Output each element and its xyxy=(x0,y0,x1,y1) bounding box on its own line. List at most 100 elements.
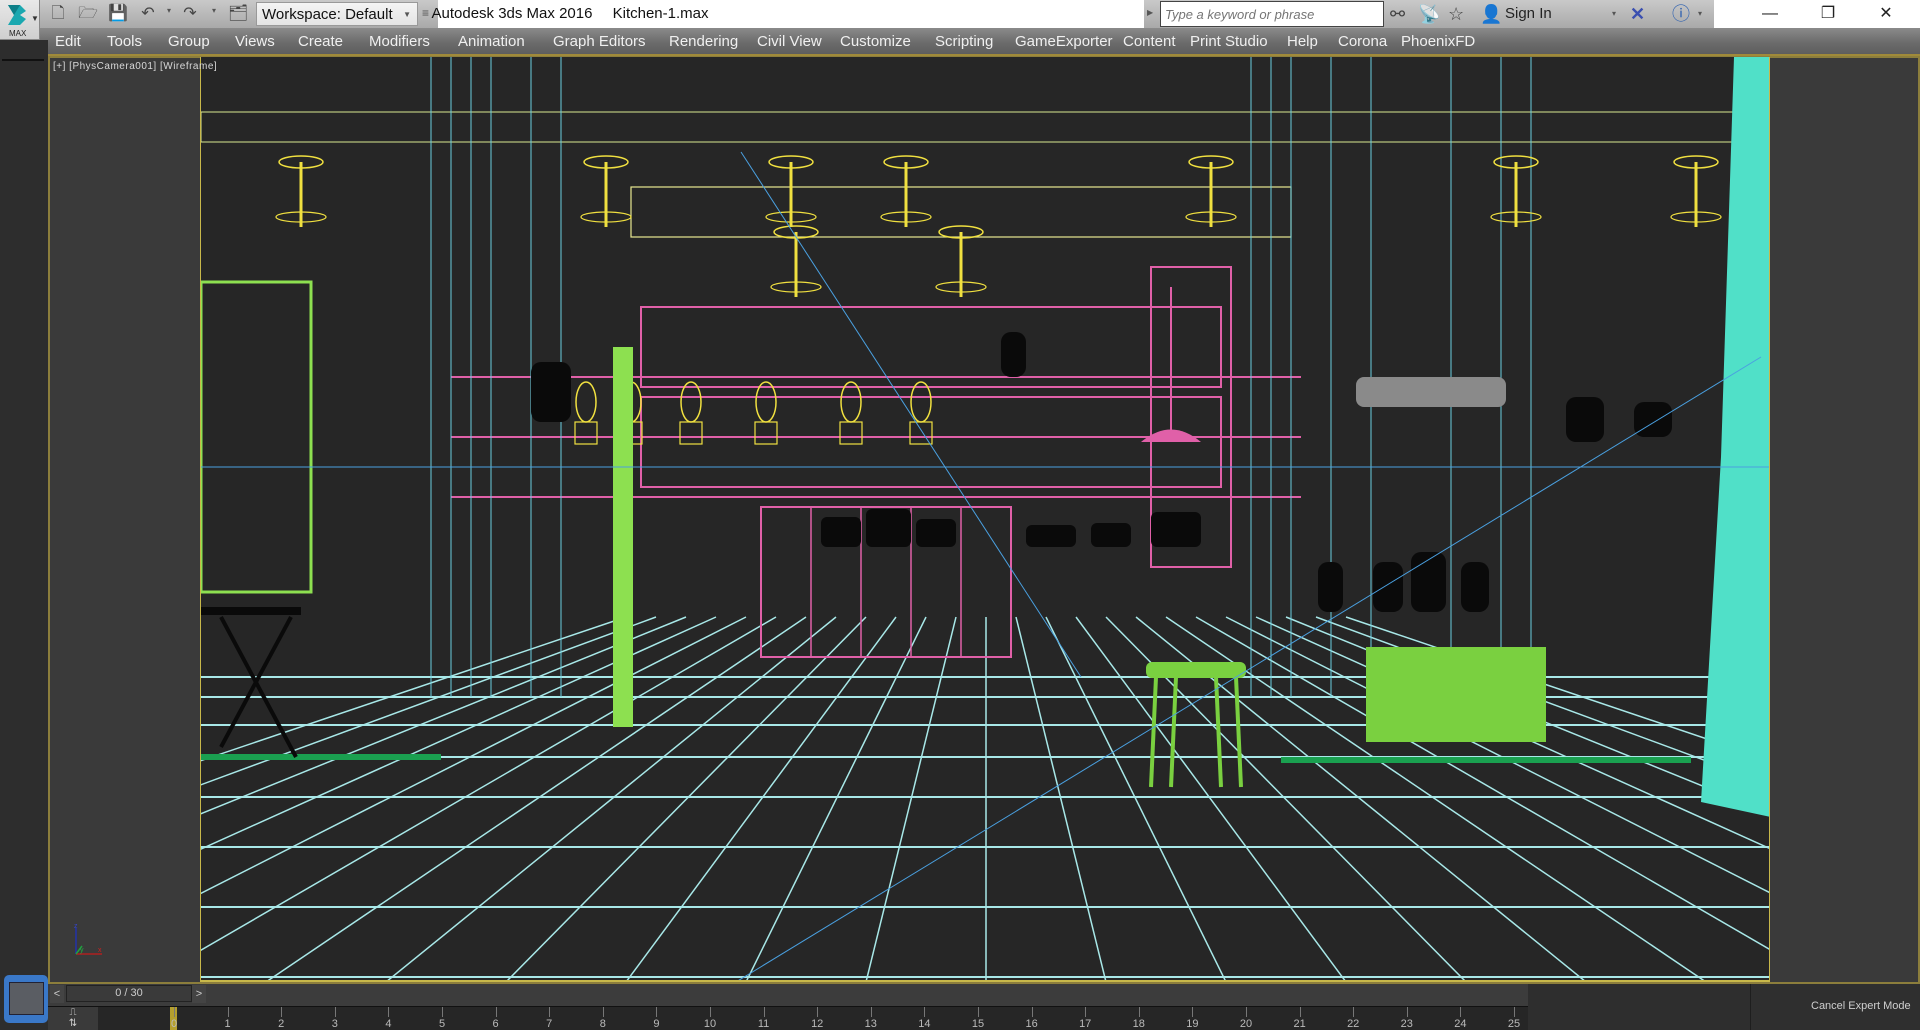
vase xyxy=(1566,397,1604,442)
trackbar-tick xyxy=(978,1007,979,1017)
vase xyxy=(1634,402,1672,437)
menu-scripting[interactable]: Scripting xyxy=(935,33,993,50)
trackbar-tick-label: 23 xyxy=(1400,1018,1413,1030)
trackbar-tick-label: 25 xyxy=(1507,1018,1521,1030)
bulb-box xyxy=(839,421,863,445)
sign-in-button[interactable]: Sign In xyxy=(1505,5,1552,22)
axis-gizmo: z y x xyxy=(74,923,102,955)
trackbar-tick xyxy=(602,1007,604,1017)
minimize-button[interactable]: — xyxy=(1747,2,1793,26)
trackbar-tick-label: 19 xyxy=(1186,1018,1199,1030)
kitchen-pot xyxy=(1091,523,1131,547)
trackbar-tick xyxy=(656,1007,658,1017)
menu-tools[interactable]: Tools xyxy=(107,33,142,50)
trackbar-tick-label: 22 xyxy=(1347,1018,1360,1030)
menu-corona[interactable]: Corona xyxy=(1338,33,1387,50)
kitchen-pot xyxy=(1151,512,1201,547)
trackbar-tick xyxy=(334,1007,336,1017)
menu-print-studio[interactable]: Print Studio xyxy=(1190,33,1268,50)
cancel-expert-mode-button[interactable]: Cancel Expert Mode xyxy=(1750,984,1920,1030)
max-logo-icon xyxy=(8,5,26,25)
trackbar-tick xyxy=(549,1007,551,1017)
wall-frame xyxy=(201,280,313,594)
menu-views[interactable]: Views xyxy=(235,33,275,50)
title-bar: MAX ▼ 🗋 🗁 💾 ↶ ▾ ↷ ▾ 🗂 Workspace: Default… xyxy=(0,0,1920,40)
cabinet-wireframe xyxy=(640,396,1222,488)
star-icon[interactable]: ☆ xyxy=(1448,3,1464,25)
user-icon[interactable]: 👤 xyxy=(1480,3,1502,25)
menu-bar: Edit Tools Group Views Create Modifiers … xyxy=(40,28,1920,56)
floor-grid-line xyxy=(1015,616,1107,980)
viewport-layout-button[interactable] xyxy=(4,975,48,1023)
application-button[interactable]: MAX ▼ xyxy=(0,0,40,40)
viewport-label[interactable]: [+] [PhysCamera001] [Wireframe] xyxy=(53,61,217,72)
menu-animation[interactable]: Animation xyxy=(458,33,525,50)
camera-frustum-line xyxy=(738,356,1762,980)
menu-rendering[interactable]: Rendering xyxy=(669,33,738,50)
menu-create[interactable]: Create xyxy=(298,33,343,50)
floor-grid-line xyxy=(865,616,957,980)
trackbar-tick-label: 21 xyxy=(1293,1018,1306,1030)
help-dropdown-icon[interactable]: ▾ xyxy=(1698,9,1702,18)
trackbar-tick xyxy=(870,1007,872,1017)
binoculars-icon[interactable]: ⚯ xyxy=(1390,3,1405,25)
sign-in-dropdown-icon[interactable]: ▾ xyxy=(1612,9,1616,18)
trackbar-tick xyxy=(1246,1007,1247,1017)
next-frame-button[interactable]: > xyxy=(192,985,206,1003)
floor-grid-line xyxy=(201,616,747,895)
keyword-search-input[interactable] xyxy=(1160,1,1384,27)
floor-grid-line xyxy=(201,616,627,762)
stool-leg xyxy=(1149,676,1158,788)
trackbar-end-area xyxy=(1528,984,1750,1030)
trackbar-tick xyxy=(495,1007,497,1017)
vase xyxy=(1411,552,1446,612)
cabinet-wireframe xyxy=(640,306,1222,388)
viewport-layout-icon xyxy=(9,982,44,1015)
trackbar-tick xyxy=(442,1007,443,1017)
menu-gameexporter[interactable]: GameExporter xyxy=(1015,33,1113,50)
bulb-box xyxy=(679,421,703,445)
kitchen-pot xyxy=(866,509,911,547)
toolbar-separator xyxy=(2,59,44,61)
floor-grid-line xyxy=(201,616,657,786)
vase xyxy=(531,362,571,422)
logo-label: MAX xyxy=(9,29,27,38)
menu-phoenixfd[interactable]: PhoenixFD xyxy=(1401,33,1475,50)
trackbar-tick-label: 13 xyxy=(864,1018,877,1030)
trackbar-tick-label: 9 xyxy=(653,1018,660,1030)
menu-help[interactable]: Help xyxy=(1287,33,1318,50)
restore-button[interactable]: ❐ xyxy=(1805,2,1851,26)
menu-customize[interactable]: Customize xyxy=(840,33,911,50)
satellite-icon[interactable]: 📡 xyxy=(1418,3,1440,25)
trackbar-tick-label: 18 xyxy=(1132,1018,1145,1030)
app-name: Autodesk 3ds Max 2016 xyxy=(431,5,593,22)
trackbar-tick-label: 14 xyxy=(918,1018,931,1030)
time-slider-thumb[interactable]: 0 / 30 xyxy=(66,985,192,1002)
3ds-max-window: MAX ▼ 🗋 🗁 💾 ↶ ▾ ↷ ▾ 🗂 Workspace: Default… xyxy=(0,0,1920,1030)
menu-group[interactable]: Group xyxy=(168,33,210,50)
bulb-box xyxy=(754,421,778,445)
safe-frame[interactable] xyxy=(200,57,1770,982)
trackbar-tick xyxy=(924,1007,926,1017)
trackbar-tick xyxy=(763,1007,765,1017)
help-icon[interactable]: ⓘ xyxy=(1672,3,1690,25)
open-mini-curve-editor-icon[interactable]: ⎍ ⇅ xyxy=(48,1007,98,1030)
trackbar-tick xyxy=(1031,1007,1033,1017)
trackbar-tick xyxy=(388,1007,390,1017)
close-button[interactable]: ✕ xyxy=(1863,2,1909,26)
menu-modifiers[interactable]: Modifiers xyxy=(369,33,430,50)
menu-graph-editors[interactable]: Graph Editors xyxy=(553,33,646,50)
exchange-icon[interactable]: ✕ xyxy=(1630,3,1645,25)
bar-cart-leg xyxy=(219,616,298,758)
floor-grid-line xyxy=(506,616,867,980)
trackbar[interactable]: ⎍ ⇅ 0 1 2 3 4 5 6 7 8 9 10 11 12 13 14 15 16 17 18 19 20 21 22 2… xyxy=(48,1006,1788,1030)
ceiling-beam xyxy=(201,111,1769,143)
menu-civil-view[interactable]: Civil View xyxy=(757,33,822,50)
menu-edit[interactable]: Edit xyxy=(55,33,81,50)
expand-search-icon[interactable]: ▶ xyxy=(1147,8,1153,17)
menu-content[interactable]: Content xyxy=(1123,33,1176,50)
left-toolbar: ▶ xyxy=(0,40,48,1030)
previous-frame-button[interactable]: < xyxy=(50,985,64,1003)
kitchen-pot xyxy=(1026,525,1076,547)
trackbar-tick-label: 6 xyxy=(492,1018,499,1030)
